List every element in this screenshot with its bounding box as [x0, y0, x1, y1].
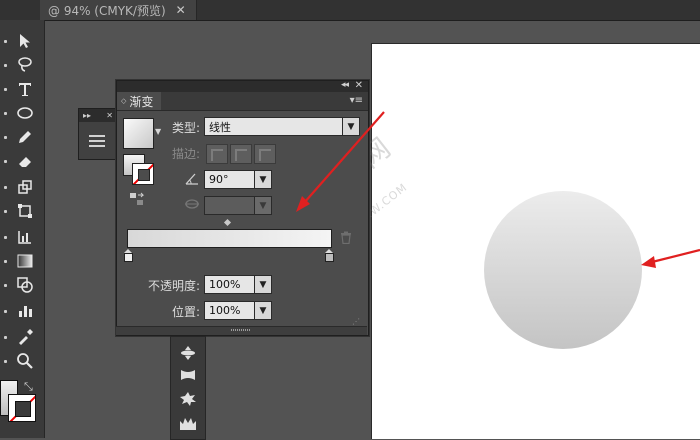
- panel-title-bar: ◂◂ ✕: [117, 80, 368, 92]
- tools-panel: [0, 20, 45, 438]
- tab-gradient[interactable]: ◇ 渐变: [117, 92, 162, 110]
- close-icon[interactable]: ✕: [355, 80, 363, 91]
- shape-builder-icon[interactable]: [14, 274, 36, 296]
- free-transform-icon[interactable]: [14, 200, 36, 222]
- location-value: 100%: [209, 304, 241, 317]
- panel-grip[interactable]: [231, 329, 251, 331]
- stroke-along-button[interactable]: [230, 144, 252, 164]
- type-select[interactable]: 线性 ▼: [204, 117, 360, 136]
- width-tool-icon[interactable]: [179, 345, 197, 361]
- panel-menu-icon[interactable]: ▾≡: [350, 95, 363, 106]
- warp-tool-icon[interactable]: [179, 367, 197, 383]
- menu-icon[interactable]: [89, 135, 105, 147]
- opacity-field[interactable]: 100% ▼: [204, 275, 272, 294]
- gradient-preview-swatch[interactable]: [123, 118, 154, 149]
- angle-value: 90°: [209, 173, 229, 186]
- scale-icon[interactable]: [14, 176, 36, 198]
- type-icon[interactable]: [14, 78, 36, 100]
- resize-handle-icon[interactable]: ⋰: [352, 317, 360, 326]
- tab-gradient-label: 渐变: [129, 94, 154, 109]
- eyedropper-icon[interactable]: [14, 326, 36, 348]
- graph-icon[interactable]: [14, 226, 36, 248]
- eraser-icon[interactable]: [14, 150, 36, 172]
- angle-field[interactable]: 90° ▼: [204, 170, 272, 189]
- close-icon[interactable]: ✕: [106, 111, 113, 120]
- zoom-icon[interactable]: [14, 350, 36, 372]
- collapse-icon[interactable]: ◂◂: [341, 80, 349, 90]
- document-tab-title: @ 94% (CMYK/预览): [48, 3, 166, 18]
- chevron-down-icon[interactable]: ▼: [254, 276, 271, 293]
- stroke-within-button[interactable]: [206, 144, 228, 164]
- tool-flyout: [170, 336, 206, 440]
- ellipse-icon[interactable]: [14, 102, 36, 124]
- type-label: 类型:: [172, 121, 201, 135]
- selection-icon[interactable]: [14, 30, 36, 52]
- gradient-icon[interactable]: [14, 250, 36, 272]
- lasso-icon[interactable]: [14, 54, 36, 76]
- document-tab-bar: @ 94% (CMYK/预览) ✕: [0, 0, 700, 21]
- collapsed-panel-header: ▸▸ ✕: [79, 109, 117, 122]
- chevron-down-icon[interactable]: ▼: [342, 118, 359, 135]
- document-tab[interactable]: @ 94% (CMYK/预览) ✕: [40, 0, 197, 20]
- wrinkle-tool-icon[interactable]: [179, 415, 197, 431]
- reverse-gradient-icon[interactable]: [128, 192, 146, 206]
- chevron-down-icon[interactable]: ▼: [254, 171, 271, 188]
- opacity-value: 100%: [209, 278, 241, 291]
- panel-stroke-swatch[interactable]: [132, 163, 154, 185]
- crystallize-tool-icon[interactable]: [179, 391, 197, 407]
- swap-colors-icon[interactable]: ⤡: [24, 380, 38, 393]
- location-field[interactable]: 100% ▼: [204, 301, 272, 320]
- gradient-slider[interactable]: [127, 229, 332, 248]
- panel-tab-row: ◇ 渐变 ▾≡: [117, 92, 368, 111]
- type-select-value: 线性: [209, 120, 231, 134]
- gradient-stop-right[interactable]: [325, 249, 334, 262]
- location-label: 位置:: [172, 305, 201, 319]
- chevron-down-icon: ▼: [254, 197, 271, 214]
- pencil-icon[interactable]: [14, 126, 36, 148]
- gradient-circle[interactable]: [484, 191, 642, 349]
- chevron-down-icon[interactable]: ▼: [254, 302, 271, 319]
- angle-icon: [184, 172, 200, 185]
- collapsed-panel: ▸▸ ✕: [78, 108, 118, 160]
- stroke-label: 描边:: [172, 147, 201, 161]
- stroke-swatch[interactable]: [8, 394, 36, 422]
- gradient-stop-left[interactable]: [124, 249, 133, 262]
- bar-chart-icon[interactable]: [14, 300, 36, 322]
- aspect-ratio-field: ▼: [204, 196, 272, 215]
- close-icon[interactable]: ✕: [176, 3, 186, 17]
- stroke-across-button[interactable]: [254, 144, 276, 164]
- opacity-label: 不透明度:: [148, 279, 201, 293]
- chevron-down-icon[interactable]: ▼: [155, 127, 161, 136]
- aspect-ratio-icon: [184, 197, 200, 211]
- tab-arrows-icon: ◇: [121, 97, 127, 105]
- expand-icon[interactable]: ▸▸: [83, 111, 91, 120]
- delete-stop-icon[interactable]: [340, 231, 352, 245]
